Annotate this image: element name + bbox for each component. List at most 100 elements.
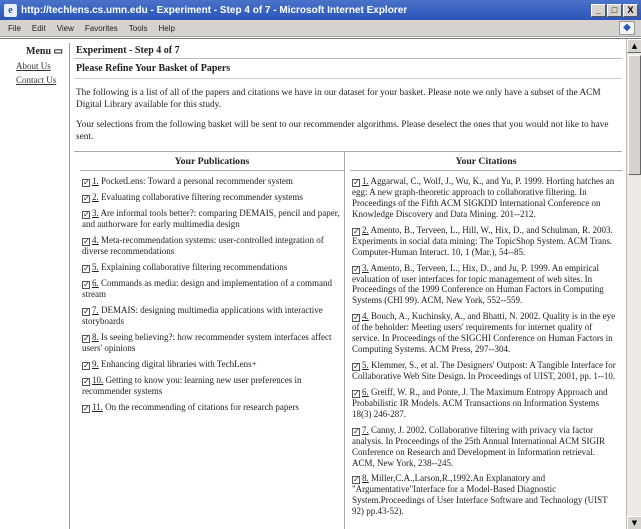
menu-edit[interactable]: Edit xyxy=(32,24,46,33)
scroll-down-button[interactable]: ▼ xyxy=(627,516,641,529)
citation-number-link[interactable]: 8. xyxy=(362,473,369,483)
publication-checkbox[interactable]: ✓ xyxy=(82,211,90,219)
citation-number-link[interactable]: 5. xyxy=(362,360,369,370)
publications-list: ✓ 1. PocketLens: Toward a personal recomm… xyxy=(80,176,344,413)
citations-list: ✓ 1. Aggarwal, C., Wolf, J., Wu, K., and … xyxy=(350,176,622,517)
citation-item: ✓ 1. Aggarwal, C., Wolf, J., Wu, K., and … xyxy=(352,176,618,220)
publication-number-link[interactable]: 4. xyxy=(92,235,99,245)
publication-item: ✓ 11. On the recommending of citations fo… xyxy=(82,402,340,413)
menu-bar: File Edit View Favorites Tools Help ◆ xyxy=(0,20,641,37)
publication-checkbox[interactable]: ✓ xyxy=(82,238,90,246)
publication-checkbox[interactable]: ✓ xyxy=(82,335,90,343)
citation-text: Amento, B., Terveen, L., Hill, W., Hix, … xyxy=(352,224,613,257)
citation-item: ✓ 4. Bouch, A., Kuchinsky, A., and Bhatti… xyxy=(352,311,618,355)
citation-checkbox[interactable]: ✓ xyxy=(352,227,360,236)
publication-number-link[interactable]: 7. xyxy=(92,305,99,315)
publication-checkbox[interactable]: ✓ xyxy=(82,405,90,413)
citation-checkbox[interactable]: ✓ xyxy=(352,389,360,398)
citation-checkbox[interactable]: ✓ xyxy=(352,476,360,485)
publication-item: ✓ 4. Meta-recommendation systems: user-co… xyxy=(82,235,340,257)
citation-text: Aggarwal, C., Wolf, J., Wu, K., and Yu, … xyxy=(352,176,615,219)
publication-text: Evaluating collaborative filtering recom… xyxy=(101,192,303,202)
publication-checkbox[interactable]: ✓ xyxy=(82,265,90,273)
citation-checkbox[interactable]: ✓ xyxy=(352,265,360,274)
citation-text: Bouch, A., Kuchinsky, A., and Bhatti, N.… xyxy=(352,311,616,355)
about-us-link[interactable]: About Us xyxy=(16,61,69,71)
minimize-button[interactable]: _ xyxy=(591,3,606,17)
publication-item: ✓ 8. Is seeing believing?: how recommende… xyxy=(82,332,340,354)
publication-checkbox[interactable]: ✓ xyxy=(82,362,90,370)
publications-header: Your Publications xyxy=(80,152,344,171)
citation-number-link[interactable]: 4. xyxy=(362,311,369,321)
citation-checkbox[interactable]: ✓ xyxy=(352,427,360,436)
citations-header: Your Citations xyxy=(350,152,622,171)
citation-checkbox[interactable]: ✓ xyxy=(352,362,360,371)
publication-item: ✓ 6. Commands as media: design and implem… xyxy=(82,278,340,300)
close-button[interactable]: X xyxy=(623,3,638,17)
publication-number-link[interactable]: 10. xyxy=(92,375,103,385)
citation-number-link[interactable]: 1. xyxy=(362,176,369,186)
scroll-thumb[interactable] xyxy=(628,55,641,175)
citation-number-link[interactable]: 2. xyxy=(362,225,369,235)
citation-item: ✓ 5. Klemmer, S., et al. The Designers' O… xyxy=(352,360,618,382)
contact-us-link[interactable]: Contact Us xyxy=(16,75,69,85)
publication-checkbox[interactable]: ✓ xyxy=(82,308,90,316)
citation-item: ✓ 8. Miller,C.A.,Larson,R.,1992.An Explan… xyxy=(352,473,618,517)
citations-column: Your Citations ✓ 1. Aggarwal, C., Wolf, J… xyxy=(350,152,622,529)
publication-text: Is seeing believing?: how recommender sy… xyxy=(82,332,332,353)
publication-text: Meta-recommendation systems: user-contro… xyxy=(82,235,324,256)
menu-file[interactable]: File xyxy=(8,24,21,33)
window-title: http://techlens.cs.umn.edu - Experiment … xyxy=(21,4,408,16)
menu-tools[interactable]: Tools xyxy=(129,24,148,33)
intro-text: The following is a list of all of the pa… xyxy=(76,88,601,110)
publication-text: Enhancing digital libraries with TechLen… xyxy=(101,359,257,369)
citation-item: ✓ 7. Canny, J. 2002. Collaborative filter… xyxy=(352,425,618,469)
publication-number-link[interactable]: 9. xyxy=(92,359,99,369)
publication-number-link[interactable]: 8. xyxy=(92,332,99,342)
menu-view[interactable]: View xyxy=(57,24,74,33)
publication-text: On the recommending of citations for res… xyxy=(105,402,299,412)
instruction-text: Your selections from the following baske… xyxy=(76,120,609,142)
publication-text: Getting to know you: learning new user p… xyxy=(82,375,302,396)
publication-text: Explaining collaborative filtering recom… xyxy=(101,262,288,272)
publication-number-link[interactable]: 1. xyxy=(92,176,99,186)
publication-item: ✓ 5. Explaining collaborative filtering r… xyxy=(82,262,340,273)
publication-item: ✓ 9. Enhancing digital libraries with Tec… xyxy=(82,359,340,370)
page-title: Experiment - Step 4 of 7 xyxy=(74,43,622,59)
publication-number-link[interactable]: 3. xyxy=(92,208,99,218)
publication-item: ✓ 2. Evaluating collaborative filtering r… xyxy=(82,192,340,203)
citation-number-link[interactable]: 3. xyxy=(362,263,369,273)
citation-number-link[interactable]: 6. xyxy=(362,387,369,397)
left-menu-frame: Menu ▭ About Us Contact Us xyxy=(10,43,70,529)
citation-text: Greiff, W. R., and Ponte, J. The Maximum… xyxy=(352,386,608,419)
publications-column: Your Publications ✓ 1. PocketLens: Toward… xyxy=(80,152,345,529)
citation-number-link[interactable]: 7. xyxy=(362,425,369,435)
windows-logo-icon: ◆ xyxy=(619,21,635,35)
menu-help[interactable]: Help xyxy=(158,24,174,33)
menu-title-label: Menu xyxy=(26,46,52,57)
publication-checkbox[interactable]: ✓ xyxy=(82,378,90,386)
publication-text: PocketLens: Toward a personal recommende… xyxy=(101,176,293,186)
window-title-bar[interactable]: e http://techlens.cs.umn.edu - Experimen… xyxy=(0,0,641,20)
publication-number-link[interactable]: 11. xyxy=(92,402,103,412)
scroll-up-button[interactable]: ▲ xyxy=(627,39,641,53)
citation-item: ✓ 3. Amento, B., Terveen, L., Hix, D., an… xyxy=(352,263,618,307)
maximize-button[interactable]: □ xyxy=(607,3,622,17)
publication-text: DEMAIS: designing multimedia application… xyxy=(82,305,323,326)
citation-text: Canny, J. 2002. Collaborative filtering … xyxy=(352,424,605,468)
citation-item: ✓ 6. Greiff, W. R., and Ponte, J. The Max… xyxy=(352,387,618,420)
publication-checkbox[interactable]: ✓ xyxy=(82,195,90,203)
publication-checkbox[interactable]: ✓ xyxy=(82,179,90,187)
citation-checkbox[interactable]: ✓ xyxy=(352,179,360,187)
citation-text: Klemmer, S., et al. The Designers' Outpo… xyxy=(352,359,616,381)
vertical-scrollbar[interactable]: ▲ ▼ xyxy=(626,39,641,529)
publication-number-link[interactable]: 2. xyxy=(92,192,99,202)
publication-checkbox[interactable]: ✓ xyxy=(82,281,90,289)
publication-number-link[interactable]: 5. xyxy=(92,262,99,272)
publication-number-link[interactable]: 6. xyxy=(92,278,99,288)
basket-table: Your Publications ✓ 1. PocketLens: Toward… xyxy=(74,151,622,529)
citation-text: Amento, B., Terveen, L., Hix, D., and Ju… xyxy=(352,262,604,306)
citation-checkbox[interactable]: ✓ xyxy=(352,314,360,323)
menu-favorites[interactable]: Favorites xyxy=(85,24,118,33)
publication-text: Are informal tools better?: comparing DE… xyxy=(82,208,340,229)
